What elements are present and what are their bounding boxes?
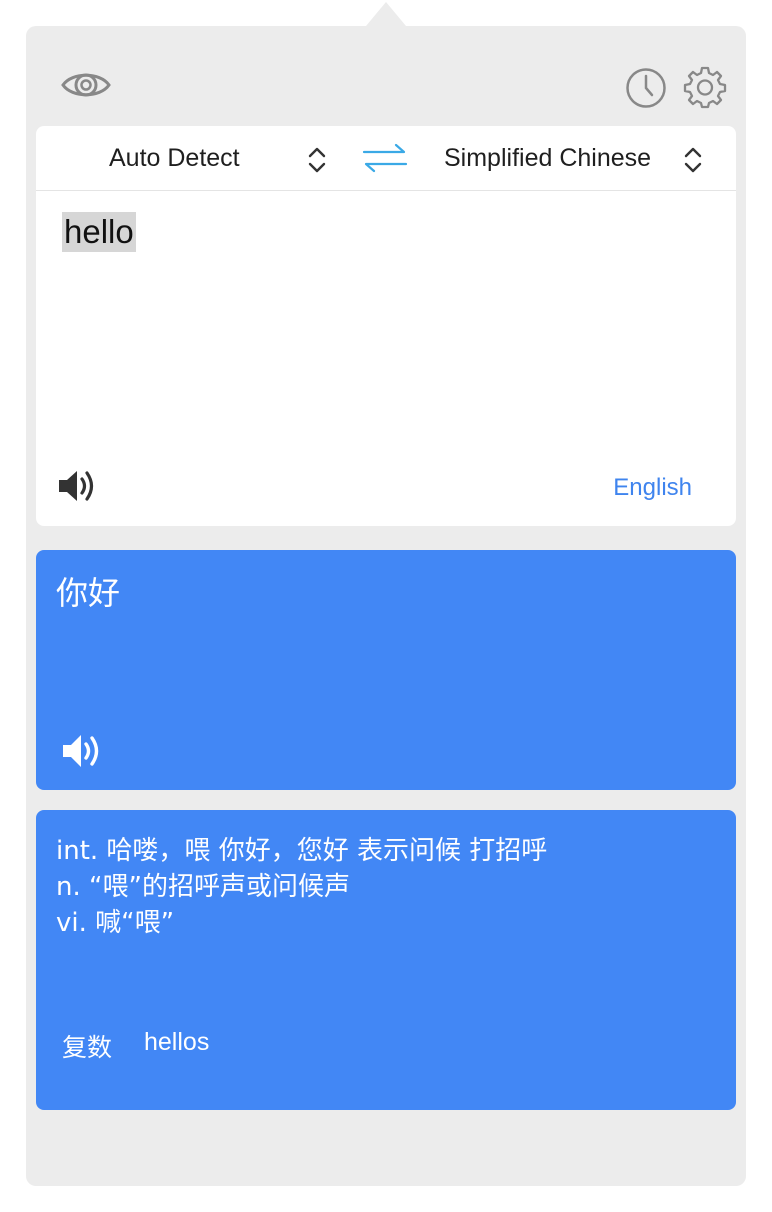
gear-icon[interactable] <box>682 64 728 110</box>
swap-languages-icon[interactable] <box>362 142 408 174</box>
popover-arrow <box>366 2 406 26</box>
translation-result-panel: 你好 <box>36 550 736 790</box>
source-text-input[interactable]: hello <box>62 212 136 252</box>
source-language-select[interactable]: Auto Detect <box>109 126 240 190</box>
definition-line: vi. 喊“喂” <box>56 908 175 938</box>
plural-label: 复数 <box>62 1033 113 1062</box>
target-language-select[interactable]: Simplified Chinese <box>444 126 651 190</box>
detected-language-link[interactable]: English <box>613 474 692 502</box>
speaker-icon[interactable] <box>60 730 106 772</box>
speaker-icon[interactable] <box>56 466 100 506</box>
dictionary-panel: int. 哈喽，喂 你好，您好 表示问候 打招呼 n. “喂”的招呼声或问候声 … <box>36 810 736 1110</box>
source-language-label: Auto Detect <box>109 143 240 172</box>
chevron-updown-icon[interactable] <box>682 146 704 179</box>
definition-line: int. 哈喽，喂 你好，您好 表示问候 打招呼 <box>56 836 548 866</box>
translator-popover: Auto Detect Simplified Chinese hello Eng… <box>26 26 746 1186</box>
target-language-label: Simplified Chinese <box>444 143 652 172</box>
language-bar: Auto Detect Simplified Chinese <box>36 126 736 191</box>
definition-line: n. “喂”的招呼声或问候声 <box>56 872 350 902</box>
plural-word-link[interactable]: hellos <box>144 1028 209 1057</box>
source-panel: Auto Detect Simplified Chinese hello Eng… <box>36 126 736 526</box>
eye-icon[interactable] <box>60 64 112 106</box>
clock-icon[interactable] <box>624 66 668 110</box>
chevron-updown-icon[interactable] <box>306 146 328 179</box>
translation-text: 你好 <box>56 574 121 612</box>
